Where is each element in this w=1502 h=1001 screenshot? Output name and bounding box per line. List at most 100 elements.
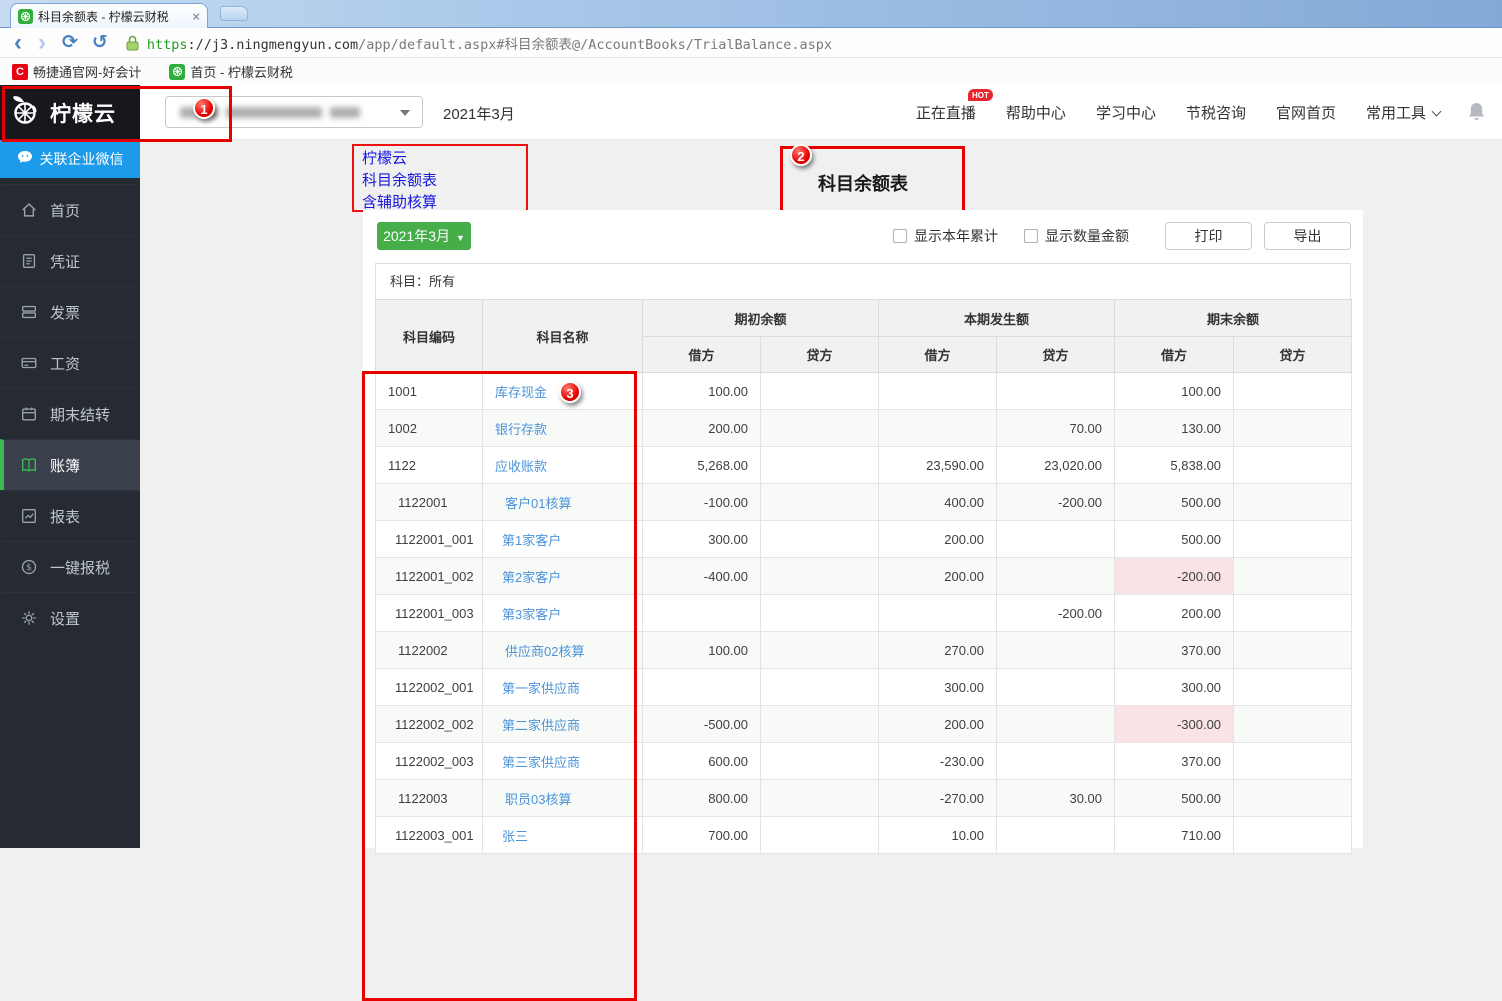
sidebar-item-books[interactable]: 账簿 — [0, 439, 140, 490]
bookmark-ningmengyun-home[interactable]: 首页 - 柠檬云财税 — [169, 62, 293, 81]
amount-cell: -200.00 — [1115, 558, 1234, 595]
account-name-link[interactable]: 库存现金 — [495, 385, 547, 400]
sidebar-item-tax[interactable]: $一键报税 — [0, 541, 140, 592]
amount-cell — [761, 521, 879, 558]
sidebar-item-carryover[interactable]: 期末结转 — [0, 388, 140, 439]
amount-cell: -500.00 — [643, 706, 761, 743]
account-name-cell: 第二家供应商 — [483, 706, 643, 743]
sidebar-item-salary[interactable]: 工资 — [0, 337, 140, 388]
new-tab-button[interactable] — [220, 6, 248, 21]
account-name-cell: 供应商02核算 — [483, 632, 643, 669]
account-name-link[interactable]: 第一家供应商 — [502, 681, 580, 696]
account-name-link[interactable]: 第3家客户 — [502, 607, 561, 622]
account-name-link[interactable]: 第1家客户 — [502, 533, 561, 548]
amount-cell: 100.00 — [1115, 373, 1234, 410]
checkbox-label: 显示数量金额 — [1045, 226, 1129, 246]
account-name-link[interactable]: 第二家供应商 — [502, 718, 580, 733]
table-row: 1122001客户01核算-100.00400.00-200.00500.00 — [376, 484, 1352, 521]
checkbox[interactable] — [893, 229, 907, 243]
sidebar-item-label: 凭证 — [50, 251, 80, 272]
export-button[interactable]: 导出 — [1264, 222, 1351, 250]
amount-cell — [997, 521, 1115, 558]
period-select-button[interactable]: 2021年3月▼ — [377, 222, 471, 250]
account-name-cell: 客户01核算 — [483, 484, 643, 521]
logo-text: 柠檬云 — [50, 98, 116, 128]
header-link-2[interactable]: 学习中心 — [1096, 102, 1156, 123]
amount-cell: 300.00 — [879, 669, 997, 706]
amount-cell: 300.00 — [643, 521, 761, 558]
amount-cell: 100.00 — [643, 632, 761, 669]
link-wechat-button[interactable]: 关联企业微信 — [0, 140, 140, 178]
home-icon — [20, 201, 38, 219]
trial-balance-table: 科目编码 科目名称 期初余额本期发生额期末余额 借方贷方借方贷方借方贷方 100… — [375, 299, 1352, 854]
account-name-link[interactable]: 第三家供应商 — [502, 755, 580, 770]
sidebar-item-label: 一键报税 — [50, 557, 110, 578]
checkbox[interactable] — [1024, 229, 1038, 243]
sidebar-item-label: 报表 — [50, 506, 80, 527]
account-name-cell: 职员03核算 — [483, 780, 643, 817]
header-link-1[interactable]: 帮助中心 — [1006, 102, 1066, 123]
sidebar-item-label: 首页 — [50, 200, 80, 221]
account-name-cell: 应收账款 — [483, 447, 643, 484]
amount-cell — [997, 706, 1115, 743]
header-link-0[interactable]: 正在直播HOT — [916, 102, 976, 123]
url-field[interactable]: https://j3.ningmengyun.com/app/default.a… — [147, 33, 832, 53]
account-name-link[interactable]: 张三 — [502, 829, 528, 844]
checkbox-group: 显示本年累计 显示数量金额 — [893, 226, 1155, 246]
lemon-logo-icon — [10, 93, 42, 132]
col-sub-header: 借方 — [1115, 337, 1234, 373]
account-name-link[interactable]: 供应商02核算 — [505, 644, 584, 659]
sidebar-nav: 首页凭证发票工资期末结转账簿报表 $一键报税设置 — [0, 184, 140, 643]
browser-tab-strip: 科目余额表 - 柠檬云财税 × — [0, 0, 1502, 28]
header-link-3[interactable]: 节税咨询 — [1186, 102, 1246, 123]
sidebar-item-report[interactable]: 报表 — [0, 490, 140, 541]
col-header-name: 科目名称 — [483, 300, 643, 373]
account-name-link[interactable]: 应收账款 — [495, 459, 547, 474]
sidebar-item-invoice[interactable]: 发票 — [0, 286, 140, 337]
tab-close-icon[interactable]: × — [192, 9, 200, 24]
amount-cell: 200.00 — [1115, 595, 1234, 632]
account-name-link[interactable]: 职员03核算 — [505, 792, 571, 807]
amount-cell — [761, 373, 879, 410]
account-name-link[interactable]: 客户01核算 — [505, 496, 571, 511]
back-icon[interactable]: ‹ — [14, 30, 22, 56]
checkbox-label: 显示本年累计 — [914, 226, 998, 246]
calendar-icon — [20, 405, 38, 423]
print-button[interactable]: 打印 — [1165, 222, 1252, 250]
account-code-cell: 1122002 — [376, 632, 483, 669]
sidebar-item-home[interactable]: 首页 — [0, 184, 140, 235]
bell-icon[interactable] — [1467, 101, 1486, 128]
amount-cell — [1234, 373, 1352, 410]
account-name-cell: 第三家供应商 — [483, 743, 643, 780]
amount-cell: 370.00 — [1115, 743, 1234, 780]
bookmark-changjietong[interactable]: C 畅捷通官网-好会计 — [12, 62, 141, 81]
blurred-company-name — [180, 107, 218, 118]
sidebar-item-label: 期末结转 — [50, 404, 110, 425]
account-name-link[interactable]: 第2家客户 — [502, 570, 561, 585]
account-name-cell: 第1家客户 — [483, 521, 643, 558]
company-select[interactable] — [165, 96, 423, 128]
header-link-5[interactable]: 常用工具 — [1366, 102, 1440, 123]
checkbox-option-0: 显示本年累计 — [893, 226, 998, 246]
amount-cell — [761, 780, 879, 817]
amount-cell: 70.00 — [997, 410, 1115, 447]
refresh-icon[interactable]: ⟳ — [62, 31, 78, 54]
account-name-link[interactable]: 银行存款 — [495, 422, 547, 437]
amount-cell — [997, 632, 1115, 669]
sidebar-item-settings[interactable]: 设置 — [0, 592, 140, 643]
col-sub-header: 贷方 — [761, 337, 879, 373]
amount-cell — [761, 484, 879, 521]
amount-cell — [1234, 447, 1352, 484]
account-code-cell: 1122002_003 — [376, 743, 483, 780]
forward-icon[interactable]: › — [38, 30, 46, 56]
sidebar-item-voucher[interactable]: 凭证 — [0, 235, 140, 286]
amount-cell — [997, 669, 1115, 706]
browser-tab[interactable]: 科目余额表 - 柠檬云财税 × — [10, 3, 208, 28]
sidebar-item-label: 工资 — [50, 353, 80, 374]
undo-icon[interactable]: ↺ — [92, 31, 108, 54]
app-logo[interactable]: 柠檬云 — [0, 85, 140, 140]
account-code-cell: 1122 — [376, 447, 483, 484]
header-link-4[interactable]: 官网首页 — [1276, 102, 1336, 123]
report-panel: 2021年3月▼ 显示本年累计显示数量金额 打印 导出 科目：所有 科目编码 科… — [363, 210, 1363, 848]
col-group-header: 期初余额 — [643, 300, 879, 337]
